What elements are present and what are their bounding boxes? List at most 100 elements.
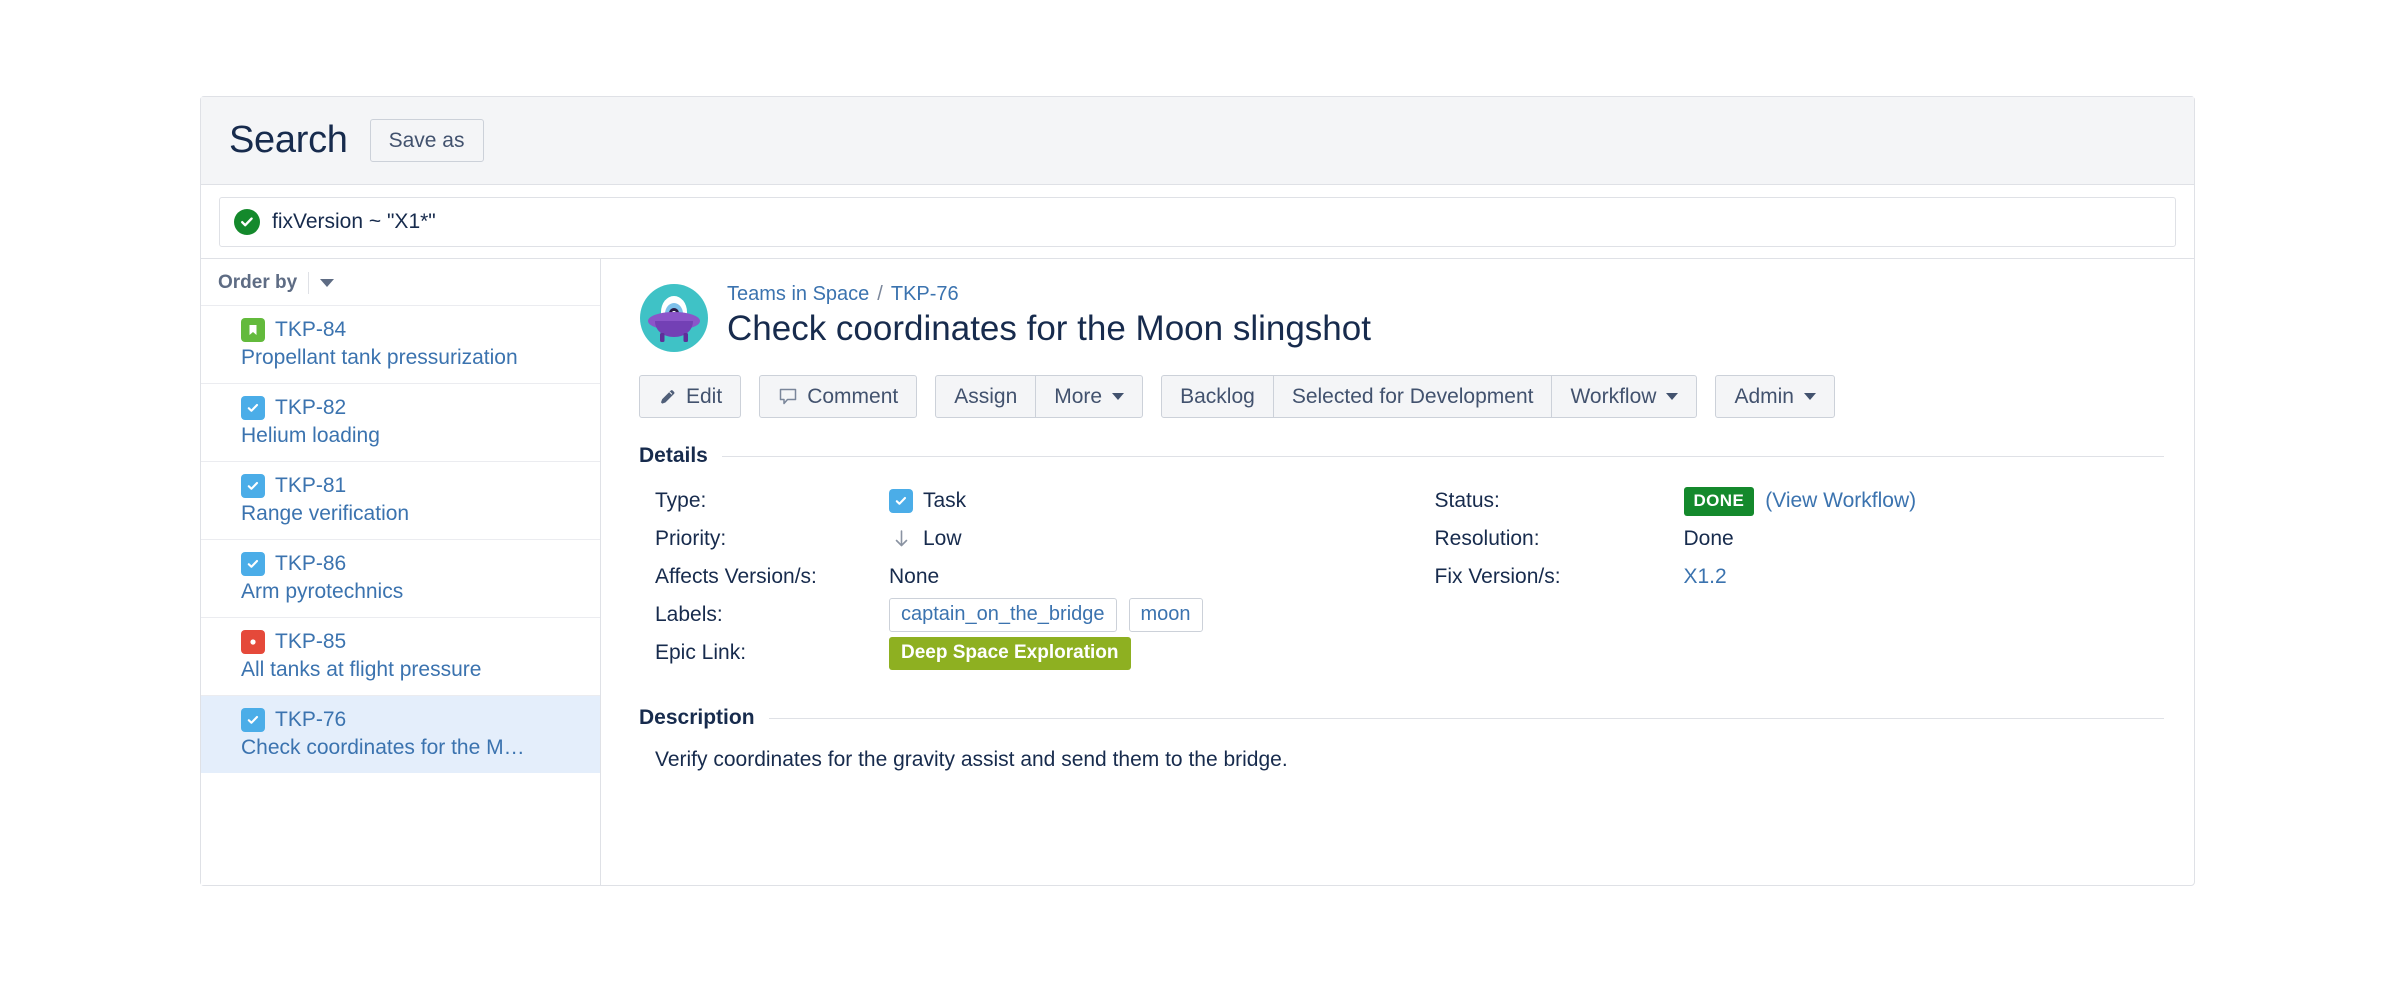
type-value-text: Task xyxy=(923,489,967,513)
affects-version-value: None xyxy=(889,565,940,589)
task-icon xyxy=(889,489,913,514)
fix-version-value: X1.2 xyxy=(1684,565,1727,589)
workflow-transition-button-group: Backlog Selected for Development Workflo… xyxy=(1161,375,1698,419)
affects-version-label: Affects Version/s: xyxy=(655,565,817,589)
chevron-down-icon xyxy=(1666,393,1679,400)
story-icon xyxy=(241,318,265,342)
detail-row-status: Status: DONE (View Workflow) xyxy=(1419,482,2165,520)
issue-summary[interactable]: Helium loading xyxy=(241,424,586,448)
assign-button[interactable]: Assign xyxy=(935,375,1037,419)
arrow-down-icon xyxy=(889,529,913,549)
epic-badge[interactable]: Deep Space Exploration xyxy=(889,636,1131,670)
issue-key-line: TKP-86 xyxy=(241,552,586,576)
search-page-card: Search Save as fixVersion ~ "X1*" Order … xyxy=(200,96,2195,886)
details-section-header: Details xyxy=(639,444,2164,468)
details-heading: Details xyxy=(639,444,708,468)
view-workflow-link[interactable]: (View Workflow) xyxy=(1765,489,1916,513)
issue-key[interactable]: TKP-82 xyxy=(275,396,346,420)
comment-button-group: Comment xyxy=(759,375,918,419)
epic-link-label: Epic Link: xyxy=(655,641,747,665)
issue-key-line: TKP-76 xyxy=(241,708,586,732)
issue-header-text: Teams in Space / TKP-76 Check coordinates … xyxy=(727,281,1371,349)
issue-key-line: TKP-82 xyxy=(241,396,586,420)
backlog-button[interactable]: Backlog xyxy=(1161,375,1274,419)
save-as-button[interactable]: Save as xyxy=(369,118,484,163)
detail-row-fix-version: Fix Version/s: X1.2 xyxy=(1419,558,2165,596)
detail-row-priority: Priority: Low xyxy=(639,520,1385,558)
page-title: Search xyxy=(229,119,348,161)
more-button-label: More xyxy=(1054,385,1103,408)
priority-label: Priority: xyxy=(655,527,727,551)
list-item[interactable]: TKP-81 Range verification xyxy=(201,461,600,539)
priority-value: Low xyxy=(889,527,962,551)
search-header: Search Save as xyxy=(201,97,2194,185)
issue-key-line: TKP-84 xyxy=(241,318,586,342)
breadcrumb-issue-link[interactable]: TKP-76 xyxy=(891,283,959,305)
issue-key-line: TKP-81 xyxy=(241,474,586,498)
issue-summary[interactable]: Arm pyrotechnics xyxy=(241,580,586,604)
detail-row-affects-version: Affects Version/s: None xyxy=(639,558,1385,596)
list-item[interactable]: TKP-84 Propellant tank pressurization xyxy=(201,305,600,383)
chevron-down-icon xyxy=(1803,393,1816,400)
edit-button-group: Edit xyxy=(639,375,742,419)
section-divider xyxy=(721,455,2164,457)
edit-button[interactable]: Edit xyxy=(639,375,742,419)
breadcrumb-separator: / xyxy=(877,283,883,305)
list-item[interactable]: TKP-85 All tanks at flight pressure xyxy=(201,617,600,695)
list-item[interactable]: TKP-86 Arm pyrotechnics xyxy=(201,539,600,617)
description-heading: Description xyxy=(639,706,755,730)
task-icon xyxy=(241,708,265,732)
admin-button-group: Admin xyxy=(1715,375,1835,419)
label-chip[interactable]: moon xyxy=(1128,598,1203,633)
chevron-down-icon[interactable] xyxy=(320,279,335,287)
order-by-control[interactable]: Order by xyxy=(201,259,600,305)
speech-bubble-icon xyxy=(778,387,798,406)
issue-key-line: TKP-85 xyxy=(241,630,586,654)
issue-summary[interactable]: Check coordinates for the M… xyxy=(241,736,586,760)
issue-key[interactable]: TKP-81 xyxy=(275,474,346,498)
issue-header: Teams in Space / TKP-76 Check coordinates … xyxy=(639,281,2164,353)
details-grid: Type: Task Priority: Low Affects Version… xyxy=(639,482,2164,672)
status-label: Status: xyxy=(1434,489,1500,513)
issue-key[interactable]: TKP-86 xyxy=(275,552,346,576)
breadcrumb-project-link[interactable]: Teams in Space xyxy=(727,283,869,305)
details-left-column: Type: Task Priority: Low Affects Version… xyxy=(639,482,1385,672)
teams-in-space-project-avatar-icon xyxy=(639,283,709,353)
detail-row-type: Type: Task xyxy=(639,482,1385,520)
issue-summary[interactable]: Propellant tank pressurization xyxy=(241,346,586,370)
resolution-label: Resolution: xyxy=(1434,527,1540,551)
selected-for-development-button[interactable]: Selected for Development xyxy=(1272,375,1553,419)
check-circle-icon xyxy=(234,208,260,235)
list-item[interactable]: TKP-82 Helium loading xyxy=(201,383,600,461)
type-value: Task xyxy=(889,489,967,514)
more-button[interactable]: More xyxy=(1035,375,1144,419)
jql-query-text: fixVersion ~ "X1*" xyxy=(272,209,436,233)
issue-key[interactable]: TKP-85 xyxy=(275,630,346,654)
fix-version-link[interactable]: X1.2 xyxy=(1684,565,1727,589)
issue-detail-pane: Teams in Space / TKP-76 Check coordinates … xyxy=(601,259,2194,885)
issue-summary[interactable]: All tanks at flight pressure xyxy=(241,658,586,682)
comment-button[interactable]: Comment xyxy=(759,375,918,419)
pencil-icon xyxy=(658,387,677,406)
section-divider xyxy=(768,717,2164,719)
jql-search-input[interactable]: fixVersion ~ "X1*" xyxy=(219,196,2176,247)
issue-key[interactable]: TKP-76 xyxy=(275,708,346,732)
description-text: Verify coordinates for the gravity assis… xyxy=(655,748,1288,772)
label-chip[interactable]: captain_on_the_bridge xyxy=(889,598,1117,633)
workflow-button[interactable]: Workflow xyxy=(1551,375,1698,419)
bug-icon xyxy=(241,630,265,654)
description-section-header: Description xyxy=(639,706,2164,730)
issue-summary[interactable]: Range verification xyxy=(241,502,586,526)
task-icon xyxy=(241,396,265,420)
list-item-selected[interactable]: TKP-76 Check coordinates for the M… xyxy=(201,695,600,773)
chevron-down-icon xyxy=(1112,393,1125,400)
labels-label: Labels: xyxy=(655,603,723,627)
issue-key[interactable]: TKP-84 xyxy=(275,318,346,342)
detail-row-labels: Labels: captain_on_the_bridge moon xyxy=(639,596,1385,634)
admin-button[interactable]: Admin xyxy=(1715,375,1835,419)
edit-button-label: Edit xyxy=(686,385,723,408)
status-badge: DONE xyxy=(1683,486,1755,516)
issue-title: Check coordinates for the Moon slingshot xyxy=(727,309,1371,348)
comment-button-label: Comment xyxy=(807,385,899,408)
assign-more-button-group: Assign More xyxy=(935,375,1144,419)
